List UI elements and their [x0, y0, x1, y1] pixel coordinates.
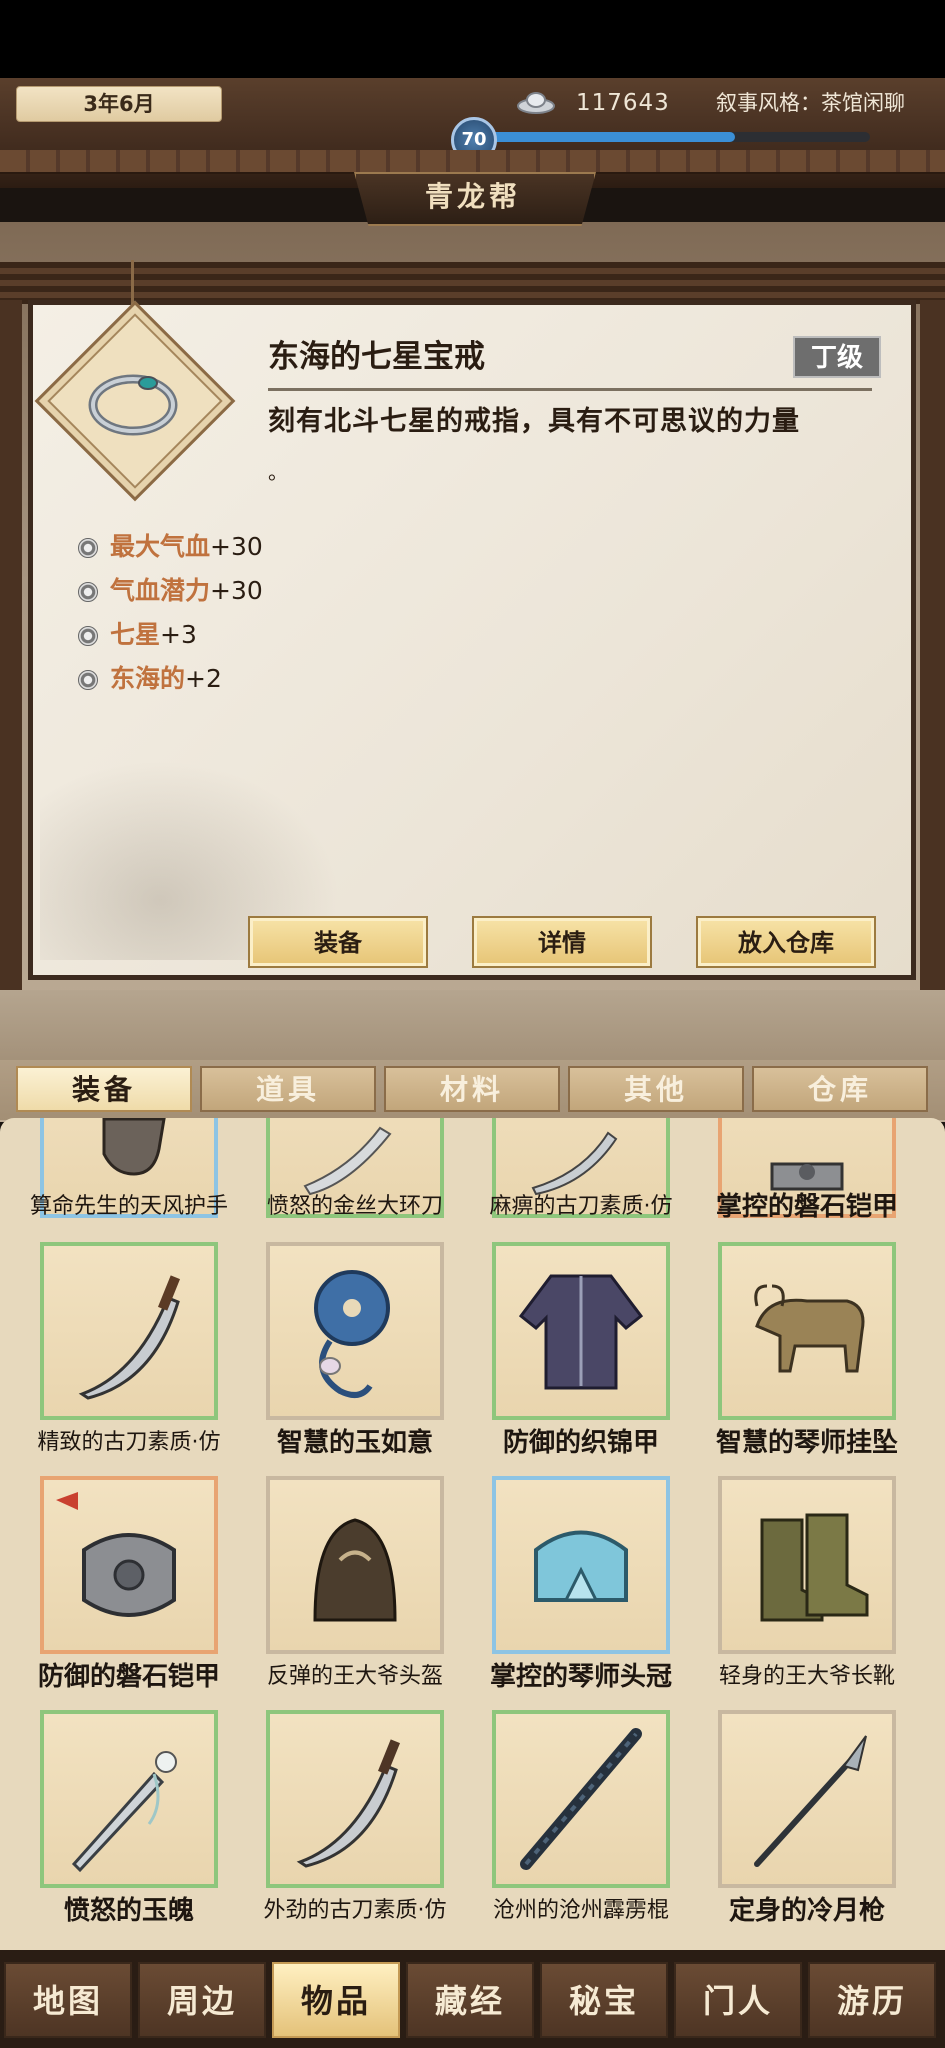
stat-value: +30 — [210, 532, 263, 561]
brocade-armor-icon — [518, 1274, 644, 1390]
tab-warehouse[interactable]: 仓库 — [752, 1066, 928, 1112]
stat-value: +3 — [160, 620, 197, 649]
stat-name: 东海的 — [110, 664, 186, 693]
roof-beam — [0, 262, 945, 304]
tab-other[interactable]: 其他 — [568, 1066, 744, 1112]
stat-value: +30 — [210, 576, 263, 605]
nav-treasures[interactable]: 秘宝 — [540, 1962, 668, 2038]
pillar-right — [920, 300, 945, 1020]
stat-row: 最大气血+30 — [78, 530, 263, 564]
slot-label: 麻痹的古刀素质·仿 — [489, 1194, 673, 1219]
game-date: 3年6月 — [16, 86, 222, 122]
slot-label: 防御的织锦甲 — [502, 1428, 659, 1458]
slot-label: 轻身的王大爷长靴 — [718, 1664, 895, 1689]
narrative-style[interactable]: 叙事风格：茶馆闲聊 — [716, 88, 905, 118]
item-description-tail: 。 — [268, 460, 288, 484]
crown-icon — [534, 1530, 628, 1602]
slot-label: 外劲的古刀素质·仿 — [263, 1898, 447, 1923]
slot-label: 智慧的琴师挂坠 — [715, 1428, 898, 1458]
title-divider — [268, 388, 872, 391]
slot-label: 智慧的玉如意 — [276, 1428, 433, 1458]
inventory-slot[interactable] — [266, 1710, 444, 1888]
bullet-icon — [78, 582, 98, 602]
bullet-icon — [78, 670, 98, 690]
stat-name: 七星 — [110, 620, 161, 649]
nav-scriptures[interactable]: 藏经 — [406, 1962, 534, 2038]
store-in-warehouse-button[interactable]: 放入仓库 — [696, 916, 876, 968]
item-description: 刻有北斗七星的戒指，具有不可思议的力量 — [268, 406, 800, 437]
jade-ruyi-icon — [314, 1270, 390, 1398]
saber-icon — [78, 1275, 181, 1400]
item-name: 东海的七星宝戒 — [268, 339, 485, 375]
inventory-slot[interactable] — [266, 1476, 444, 1654]
jade-sword-icon — [71, 1751, 177, 1873]
inventory-slot[interactable] — [492, 1242, 670, 1420]
inventory-slot[interactable] — [40, 1710, 218, 1888]
nav-disciples[interactable]: 门人 — [674, 1962, 802, 2038]
stat-value: +2 — [185, 664, 222, 693]
slot-label: 愤怒的玉魄 — [63, 1896, 194, 1926]
tab-materials[interactable]: 材料 — [384, 1066, 560, 1112]
boots-icon — [760, 1513, 869, 1622]
slot-label: 愤怒的金丝大环刀 — [266, 1194, 443, 1219]
stat-row: 七星+3 — [78, 618, 197, 652]
inventory-grid: 算命先生的天风护手 愤怒的金丝大环刀 麻痹的古刀素质·仿 掌控的磐石铠甲 精致的… — [0, 1118, 945, 1950]
ox-pendant-icon — [754, 1284, 865, 1373]
slot-label: 掌控的磐石铠甲 — [715, 1192, 898, 1222]
inventory-slot[interactable] — [492, 1476, 670, 1654]
saber-icon — [296, 1739, 401, 1868]
slot-label: 掌控的琴师头冠 — [489, 1662, 672, 1692]
spear-icon — [754, 1735, 867, 1867]
slot-label: 定身的冷月枪 — [728, 1896, 885, 1926]
stat-row: 气血潜力+30 — [78, 574, 263, 608]
nav-surroundings[interactable]: 周边 — [138, 1962, 266, 2038]
equip-button[interactable]: 装备 — [248, 916, 428, 968]
slot-label: 算命先生的天风护手 — [29, 1194, 228, 1219]
inventory-slot[interactable] — [40, 1476, 218, 1654]
inventory-slot[interactable] — [266, 1242, 444, 1420]
nav-items[interactable]: 物品 — [272, 1962, 400, 2038]
gang-name: 青龙帮 — [424, 180, 521, 213]
inventory-slot[interactable] — [718, 1710, 896, 1888]
silver-ingot-icon — [517, 92, 555, 114]
slot-label: 反弹的王大爷头盔 — [266, 1664, 443, 1689]
nav-travel[interactable]: 游历 — [808, 1962, 936, 2038]
staff-icon — [520, 1728, 642, 1870]
helmet-icon — [313, 1518, 397, 1622]
stat-row: 东海的+2 — [78, 662, 222, 696]
stone-armor-icon — [56, 1492, 176, 1617]
stat-name: 气血潜力 — [110, 576, 211, 605]
details-button[interactable]: 详情 — [472, 916, 652, 968]
tab-equipment[interactable]: 装备 — [16, 1066, 192, 1112]
ring-icon — [88, 374, 178, 436]
pillar-left — [0, 300, 22, 1020]
level-progress-fill — [474, 132, 736, 142]
inventory-slot[interactable] — [40, 1242, 218, 1420]
nav-map[interactable]: 地图 — [4, 1962, 132, 2038]
silver-amount: 117643 — [576, 90, 670, 116]
slot-label: 精致的古刀素质·仿 — [37, 1430, 221, 1455]
inventory-slot[interactable] — [492, 1710, 670, 1888]
status-bar — [0, 0, 945, 78]
grade-badge: 丁级 — [793, 336, 881, 378]
inventory-slot[interactable] — [718, 1242, 896, 1420]
bullet-icon — [78, 538, 98, 558]
roof-eave — [0, 150, 945, 174]
tab-items[interactable]: 道具 — [200, 1066, 376, 1112]
bullet-icon — [78, 626, 98, 646]
slot-label: 沧州的沧州霹雳棍 — [492, 1898, 669, 1923]
slot-label: 防御的磐石铠甲 — [37, 1662, 220, 1692]
stat-name: 最大气血 — [110, 532, 211, 561]
inventory-slot[interactable] — [718, 1476, 896, 1654]
